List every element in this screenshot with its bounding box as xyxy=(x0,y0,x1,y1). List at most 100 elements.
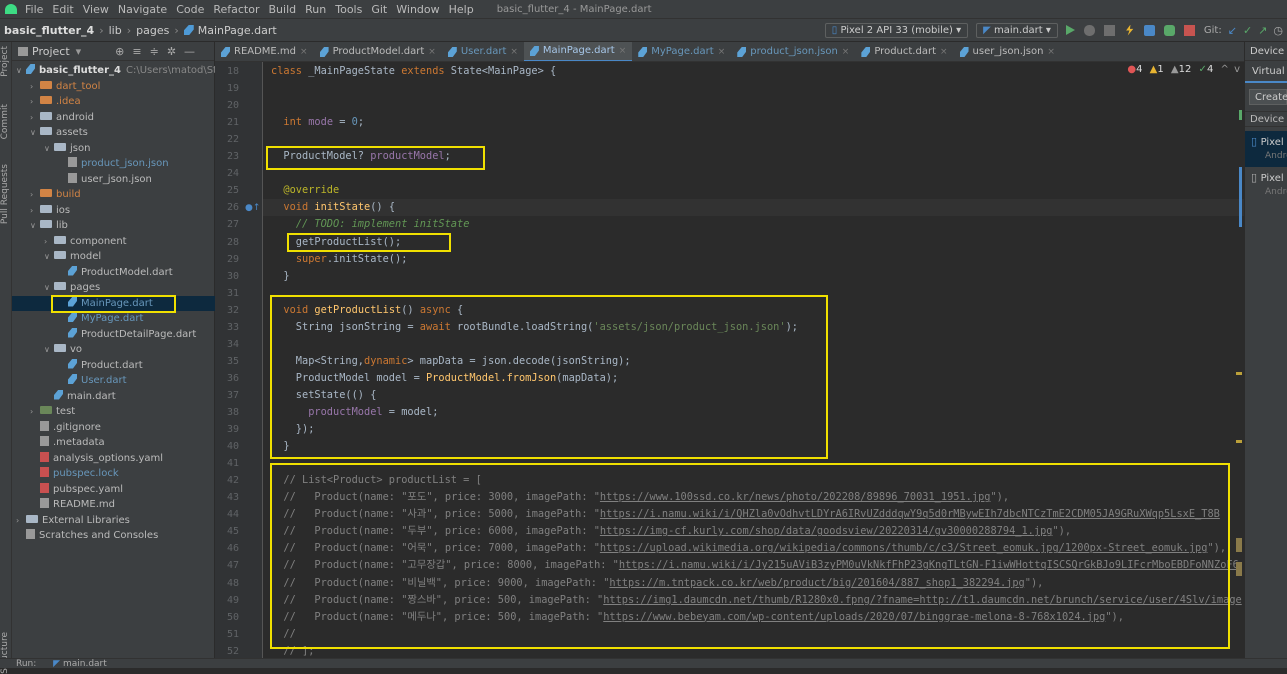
tree-item[interactable]: main.dart xyxy=(12,389,215,404)
chevron-down-icon[interactable]: ∨ xyxy=(44,280,54,295)
code-editor[interactable]: class _MainPageState extends State<MainP… xyxy=(263,62,1244,658)
close-icon[interactable]: × xyxy=(619,42,627,61)
gear-icon[interactable]: ✲ xyxy=(167,45,176,58)
chevron-right-icon[interactable]: › xyxy=(30,94,40,109)
editor-tab[interactable]: MainPage.dart × xyxy=(523,42,633,61)
breadcrumb-lib[interactable]: lib xyxy=(109,24,122,37)
tree-item[interactable]: ProductModel.dart xyxy=(12,265,215,280)
tree-item[interactable]: Product.dart xyxy=(12,358,215,373)
chevron-up-icon[interactable]: ^ xyxy=(1221,64,1229,75)
tree-item[interactable]: ∨ model xyxy=(12,249,215,264)
tree-item[interactable]: ∨ json xyxy=(12,141,215,156)
tree-item[interactable]: › dart_tool xyxy=(12,79,215,94)
tree-item[interactable]: product_json.json xyxy=(12,156,215,171)
locate-file-icon[interactable]: ⊕ xyxy=(115,45,124,58)
chevron-down-icon[interactable]: ∨ xyxy=(44,141,54,156)
tree-item[interactable]: analysis_options.yaml xyxy=(12,451,215,466)
menu-view[interactable]: View xyxy=(83,3,109,16)
hot-reload-icon[interactable] xyxy=(1126,24,1134,36)
close-icon[interactable]: × xyxy=(940,42,948,61)
expand-all-icon[interactable]: ≡ xyxy=(132,45,141,58)
editor-tab[interactable]: ProductModel.dart × xyxy=(314,42,442,61)
editor-tab[interactable]: MyPage.dart × xyxy=(632,42,731,61)
tree-item[interactable]: › External Libraries xyxy=(12,513,215,528)
chevron-right-icon[interactable]: › xyxy=(44,234,54,249)
tree-item[interactable]: › android xyxy=(12,110,215,125)
device-list-item[interactable]: ▯ Pixel Andro xyxy=(1245,131,1287,167)
tree-item[interactable]: README.md xyxy=(12,497,215,512)
chevron-right-icon[interactable]: › xyxy=(30,203,40,218)
tree-item[interactable]: user_json.json xyxy=(12,172,215,187)
virtual-tab[interactable]: Virtual xyxy=(1245,61,1287,83)
tree-item[interactable]: MyPage.dart xyxy=(12,311,215,326)
menu-window[interactable]: Window xyxy=(396,3,439,16)
chevron-down-icon[interactable]: v xyxy=(1234,64,1240,75)
flutter-inspector-icon[interactable] xyxy=(1163,24,1175,36)
tree-item[interactable]: › ios xyxy=(12,203,215,218)
chevron-down-icon[interactable]: ∨ xyxy=(44,249,54,264)
run-target[interactable]: main.dart xyxy=(63,659,107,668)
tree-item[interactable]: ProductDetailPage.dart xyxy=(12,327,215,342)
device-list-item[interactable]: ▯ Pixel Andro xyxy=(1245,167,1287,203)
git-update-icon[interactable]: ↙ xyxy=(1228,24,1237,37)
tree-item[interactable]: › build xyxy=(12,187,215,202)
editor-tab[interactable]: product_json.json × xyxy=(731,42,855,61)
menu-refactor[interactable]: Refactor xyxy=(213,3,259,16)
editor-tab[interactable]: Product.dart × xyxy=(855,42,953,61)
override-marker-icon[interactable]: ●↑ xyxy=(245,203,260,213)
close-icon[interactable]: × xyxy=(718,42,726,61)
editor-tab[interactable]: README.md × xyxy=(215,42,314,61)
history-icon[interactable]: ◷ xyxy=(1273,24,1283,37)
create-device-button[interactable]: Create xyxy=(1249,89,1287,105)
editor-tab[interactable]: user_json.json × xyxy=(954,42,1061,61)
chevron-right-icon[interactable]: › xyxy=(16,513,26,528)
tree-item[interactable]: › test xyxy=(12,404,215,419)
git-push-icon[interactable]: ↗ xyxy=(1258,24,1267,37)
tree-item[interactable]: ∨ lib xyxy=(12,218,215,233)
tree-item[interactable]: User.dart xyxy=(12,373,215,388)
close-icon[interactable]: × xyxy=(510,42,518,61)
profile-icon[interactable] xyxy=(1103,24,1115,36)
menu-git[interactable]: Git xyxy=(371,3,387,16)
chevron-down-icon[interactable]: ∨ xyxy=(44,342,54,357)
close-icon[interactable]: × xyxy=(428,42,436,61)
device-selector[interactable]: ▯ Pixel 2 API 33 (mobile) ▾ xyxy=(824,22,969,38)
run-config-selector[interactable]: ◤ main.dart ▾ xyxy=(976,22,1058,38)
git-commit-icon[interactable]: ✓ xyxy=(1243,24,1252,37)
stop-icon[interactable] xyxy=(1183,24,1195,36)
chevron-right-icon[interactable]: › xyxy=(30,404,40,419)
tree-item[interactable]: ∨ vo xyxy=(12,342,215,357)
chevron-down-icon[interactable]: ∨ xyxy=(30,125,40,140)
project-view-label[interactable]: Project xyxy=(32,45,70,58)
tree-item[interactable]: pubspec.yaml xyxy=(12,482,215,497)
close-icon[interactable]: × xyxy=(1047,42,1055,61)
menu-edit[interactable]: Edit xyxy=(52,3,73,16)
tree-item[interactable]: .gitignore xyxy=(12,420,215,435)
tree-item[interactable]: ∨ basic_flutter_4 C:\Users\matod\Studio xyxy=(12,63,215,78)
chevron-down-icon[interactable]: ∨ xyxy=(30,218,40,233)
menu-build[interactable]: Build xyxy=(269,3,297,16)
menu-code[interactable]: Code xyxy=(176,3,204,16)
chevron-down-icon[interactable]: ▾ xyxy=(76,45,82,58)
tree-item[interactable]: .metadata xyxy=(12,435,215,450)
collapse-all-icon[interactable]: ≑ xyxy=(150,45,159,58)
editor-tab[interactable]: User.dart × xyxy=(442,42,524,61)
menu-file[interactable]: File xyxy=(25,3,43,16)
tree-item[interactable]: › component xyxy=(12,234,215,249)
tool-commit-tab[interactable]: Commit xyxy=(0,104,12,139)
chevron-right-icon[interactable]: › xyxy=(30,110,40,125)
breadcrumb-pages[interactable]: pages xyxy=(136,24,169,37)
chevron-right-icon[interactable]: › xyxy=(30,79,40,94)
chevron-right-icon[interactable]: › xyxy=(30,187,40,202)
tool-project-tab[interactable]: Project xyxy=(0,46,12,77)
menu-help[interactable]: Help xyxy=(449,3,474,16)
tree-item[interactable]: › .idea xyxy=(12,94,215,109)
hide-panel-icon[interactable]: — xyxy=(184,45,195,58)
hot-restart-icon[interactable] xyxy=(1143,24,1155,36)
run-icon[interactable] xyxy=(1065,25,1075,35)
chevron-down-icon[interactable]: ∨ xyxy=(16,63,26,78)
inspection-widget[interactable]: ●4 ▲1 ▲12 ✓4 ^ v xyxy=(1127,64,1240,75)
menu-tools[interactable]: Tools xyxy=(335,3,362,16)
tree-item[interactable]: ∨ pages xyxy=(12,280,215,295)
tree-item[interactable]: Scratches and Consoles xyxy=(12,528,215,543)
